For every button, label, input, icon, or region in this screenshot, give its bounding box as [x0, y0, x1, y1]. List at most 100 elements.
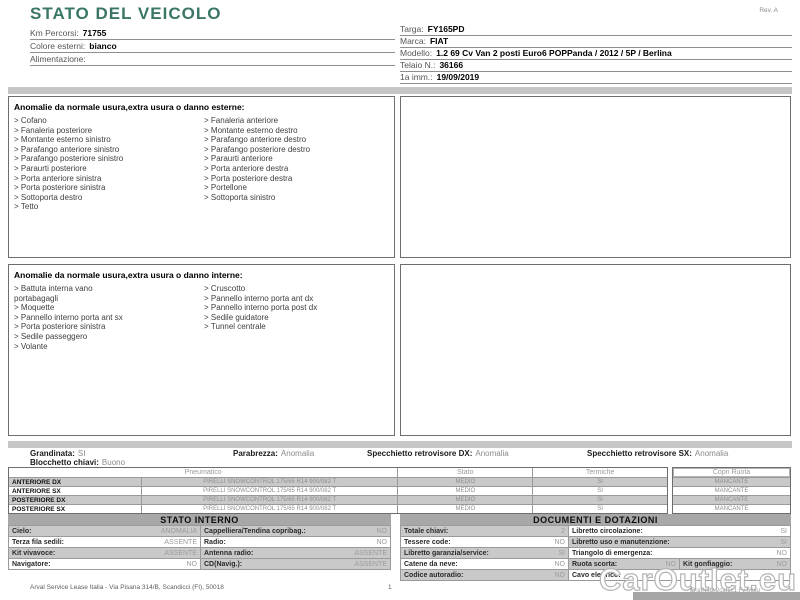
tyre-termiche: SI — [532, 505, 667, 513]
cell-label: Tessere code: — [401, 539, 451, 546]
cell-label: Totale chiavi: — [401, 528, 448, 535]
cell-label: Navigatore: — [9, 561, 51, 568]
col-header-copri-ruota: Copri Ruota — [673, 468, 790, 477]
tyre-row-anteriore-sx: ANTERIORE SX PIRELLI SNOWCONTROL 175/65 … — [9, 486, 667, 495]
field-label: Telaio N.: — [400, 60, 435, 70]
cell-triangolo: Triangolo di emergenza: NO — [568, 548, 790, 558]
tyre-stato: MEDIO — [397, 487, 532, 495]
list-item: Pannello interno porta ant dx — [204, 294, 394, 304]
cell-libretto-garanzia: Libretto garanzia/service: SI — [401, 548, 568, 558]
cell-label: Codice autoradio: — [401, 572, 464, 579]
list-item: Sottoporta sinistro — [204, 193, 394, 203]
field-value: FIAT — [430, 36, 448, 46]
tyre-position: POSTERIORE DX — [9, 496, 141, 504]
list-item: Parafango anteriore destro — [204, 135, 394, 145]
anomalie-esterne-col1: Cofano Fanaleria posteriore Montante est… — [14, 116, 204, 212]
condition-label: Grandinata: — [30, 449, 75, 458]
list-item: Parafango anteriore sinistro — [14, 145, 204, 155]
documenti-header: DOCUMENTI E DOTAZIONI — [400, 514, 791, 525]
list-item: Parafango posteriore sinistro — [14, 154, 204, 164]
condition-value: Anomalia — [281, 449, 314, 458]
cell-value: ASSENTE — [354, 561, 390, 568]
list-item: Porta posteriore sinistra — [14, 322, 204, 332]
cell-label: Kit vivavoce: — [9, 550, 55, 557]
table-row: Navigatore: NO CD(Navig.): ASSENTE — [9, 559, 390, 570]
condition-label: Parabrezza: — [233, 449, 278, 458]
field-label: Colore esterni: — [30, 41, 85, 51]
tyre-spec: PIRELLI SNOWCONTROL 175/65 R14 900/082 T — [141, 496, 398, 504]
table-row: Libretto garanzia/service: SI Triangolo … — [401, 548, 790, 559]
field-marca: Marca: FIAT — [400, 36, 792, 48]
cell-value: NO — [377, 539, 391, 546]
cell-value: NO — [377, 528, 391, 535]
field-value: bianco — [89, 41, 116, 51]
tyre-termiche: SI — [532, 496, 667, 504]
cell-value: ANOMALIA — [161, 528, 200, 535]
list-item: Montante esterno sinistro — [14, 135, 204, 145]
anomalie-interne-title: Anomalie da normale usura,extra usura o … — [9, 265, 394, 280]
table-row: Terza fila sedili: ASSENTE Radio: NO — [9, 537, 390, 548]
footer-company: Arval Service Lease Italia - Via Pisana … — [30, 584, 224, 591]
anomalie-interne-box: Anomalie da normale usura,extra usura o … — [8, 264, 395, 436]
vehicle-fields-left: Km Percorsi: 71755 Colore esterni: bianc… — [30, 27, 395, 66]
documenti-table: Totale chiavi: 2 Libretto circolazione: … — [400, 525, 791, 581]
list-item: Tetto — [14, 202, 204, 212]
cell-label: Catene da neve: — [401, 561, 458, 568]
anomalie-esterne-title: Anomalie da normale usura,extra usura o … — [9, 97, 394, 112]
cell-label: Ruota scorta: — [569, 561, 617, 568]
cell-label: Cavo elettrico: — [569, 572, 621, 579]
field-km-percorsi: Km Percorsi: 71755 — [30, 27, 395, 40]
condition-blocchetto-chiavi: Blocchetto chiavi:Buono — [30, 458, 125, 467]
copri-ruota-value: MANCANTE — [673, 495, 790, 504]
tyre-table: Pneumatico Stato Termiche ANTERIORE DX P… — [8, 467, 668, 514]
table-row: Catene da neve: NO Ruota scorta: NO Kit … — [401, 559, 790, 570]
anomalie-interne-col2: Cruscotto Pannello interno porta ant dx … — [204, 284, 394, 351]
field-telaio: Telaio N.: 36166 — [400, 60, 792, 72]
tyre-stato: MEDIO — [397, 496, 532, 504]
cell-navigatore: Navigatore: NO — [9, 559, 200, 569]
cell-value: NO — [555, 561, 569, 568]
field-value: 71755 — [83, 28, 107, 38]
list-item: Sottoporta destro — [14, 193, 204, 203]
cell-label: Cielo: — [9, 528, 31, 535]
cell-label: Radio: — [201, 539, 226, 546]
cell-cd-navig: CD(Navig.): ASSENTE — [200, 559, 390, 569]
revision-label: Rev. A — [759, 7, 778, 14]
list-item: Porta posteriore sinistra — [14, 183, 204, 193]
condition-value: Buono — [102, 458, 125, 467]
cell-cappelliera: Cappelliera/Tendina copribag.: NO — [200, 526, 390, 536]
cell-value: NO — [777, 550, 791, 557]
vehicle-fields-right: Targa: FY165PD Marca: FIAT Modello: 1.2 … — [400, 24, 792, 84]
cell-catene-neve: Catene da neve: NO — [401, 559, 568, 569]
cell-radio: Radio: NO — [200, 537, 390, 547]
tyre-position: ANTERIORE DX — [9, 478, 141, 486]
list-item: Battuta interna vano portabagagli — [14, 284, 204, 303]
tyre-termiche: SI — [532, 487, 667, 495]
field-modello: Modello: 1.2 69 Cv Van 2 posti Euro6 POP… — [400, 48, 792, 60]
table-row: Tessere code: NO Libretto uso e manutenz… — [401, 537, 790, 548]
copri-ruota-table: Copri Ruota MANCANTE MANCANTE MANCANTE M… — [672, 467, 791, 514]
cell-value: SI — [780, 539, 790, 546]
field-targa: Targa: FY165PD — [400, 24, 792, 36]
field-prima-imm: 1a imm.: 19/09/2019 — [400, 72, 792, 84]
table-row: Totale chiavi: 2 Libretto circolazione: … — [401, 526, 790, 537]
tyre-table-header: Pneumatico Stato Termiche — [9, 468, 667, 477]
field-label: Targa: — [400, 24, 424, 34]
list-item: Pannello interno porta ant sx — [14, 313, 204, 323]
cell-cavo-elettrico: Cavo elettrico: — [568, 570, 790, 580]
cell-label: Terza fila sedili: — [9, 539, 64, 546]
cell-value: SI — [558, 550, 568, 557]
copri-ruota-value: MANCANTE — [673, 486, 790, 495]
list-item: Porta anteriore sinistra — [14, 174, 204, 184]
list-item: Porta anteriore destra — [204, 164, 394, 174]
field-label: Alimentazione: — [30, 54, 86, 64]
col-header-stato: Stato — [397, 468, 532, 477]
cell-value: NO — [777, 561, 791, 568]
cell-value: NO — [187, 561, 201, 568]
footer-page-number: 1 — [388, 584, 392, 591]
tyre-spec: PIRELLI SNOWCONTROL 175/65 R14 900/082 T — [141, 478, 398, 486]
condition-value: SI — [78, 449, 86, 458]
anomalie-esterne-list: Cofano Fanaleria posteriore Montante est… — [9, 112, 394, 212]
cell-label: Triangolo di emergenza: — [569, 550, 653, 557]
cell-ruota-scorta: Ruota scorta: NO — [568, 559, 679, 569]
